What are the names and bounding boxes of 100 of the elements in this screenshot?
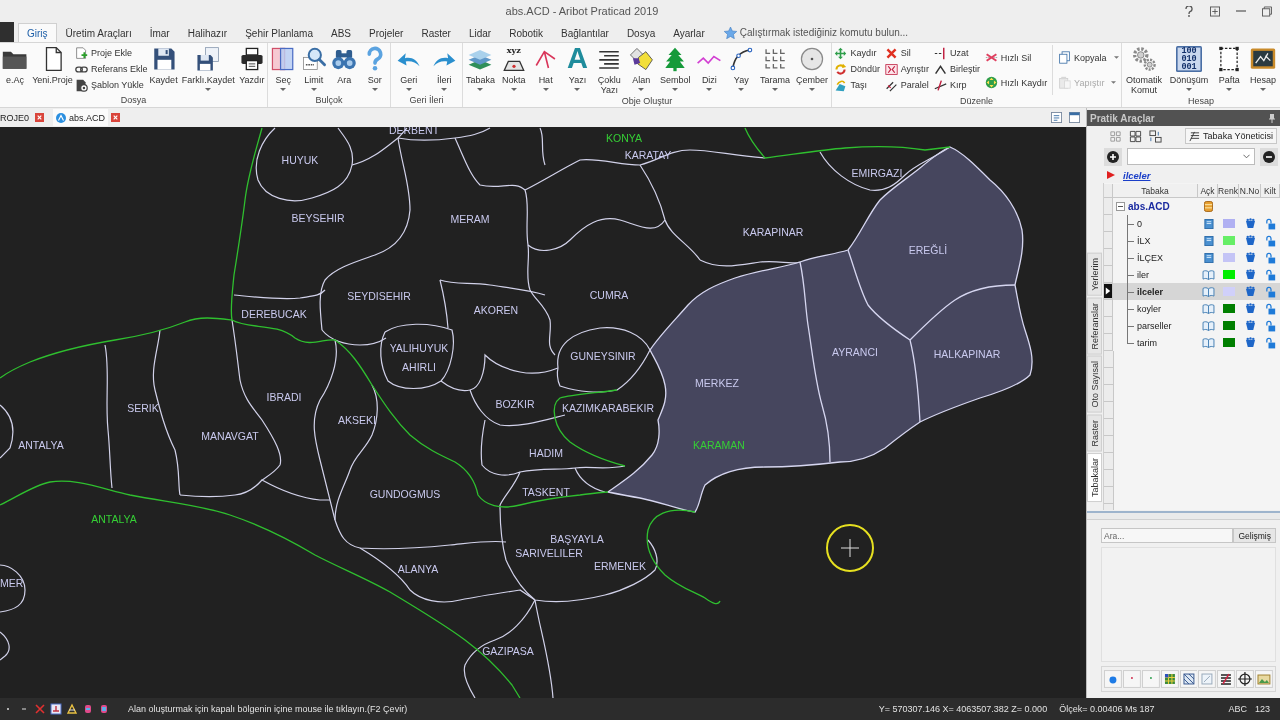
ribbon-button[interactable]: Kaydır (834, 45, 880, 61)
input-mode-indicator[interactable]: ABC (1228, 704, 1247, 714)
ribbon-button[interactable]: Limit (298, 45, 329, 91)
remove-layer-button[interactable] (1260, 147, 1278, 166)
menu-tab[interactable]: Robotik (500, 23, 553, 42)
window-icon[interactable] (1069, 112, 1080, 123)
open-padlock-icon[interactable] (1265, 217, 1276, 230)
color-swatch[interactable] (1222, 270, 1235, 279)
ribbon-button[interactable]: Pafta (1214, 45, 1245, 91)
ribbon-button[interactable]: Yazdır (236, 45, 267, 85)
open-book-icon[interactable] (1201, 320, 1215, 331)
layer-row[interactable]: 0 (1104, 215, 1280, 232)
ribbon-button[interactable]: Yay (726, 45, 757, 91)
vertical-tab[interactable]: Oto Sayısal (1087, 356, 1102, 413)
vertical-tab[interactable]: Raster (1087, 414, 1102, 452)
color-swatch[interactable] (1222, 287, 1235, 296)
grid-icon[interactable] (1109, 129, 1122, 143)
pin-icon[interactable] (1269, 113, 1275, 123)
color-swatch[interactable] (1222, 253, 1235, 262)
open-book-icon[interactable] (1201, 337, 1215, 348)
ribbon-button[interactable]: xyz Nokta (498, 45, 529, 91)
ribbon-button[interactable]: Şablon Yükle (74, 77, 148, 93)
open-padlock-icon[interactable] (1265, 234, 1276, 247)
ribbon-button[interactable]: Döndür (834, 61, 880, 77)
close-icon[interactable] (35, 113, 44, 122)
panel-layout-icon[interactable] (1210, 5, 1220, 17)
color-swatch[interactable] (1222, 236, 1235, 245)
ribbon-button[interactable]: A Yazı (562, 45, 593, 91)
current-layer-link[interactable]: ilceler (1123, 169, 1151, 181)
document-tab[interactable]: ROJE0 (0, 109, 32, 126)
ribbon-button[interactable]: Çember (793, 45, 830, 91)
vertical-tab[interactable]: Tabakalar (1087, 453, 1102, 503)
ribbon-button[interactable]: Farklı.Kaydet (179, 45, 237, 91)
layer-row[interactable]: ilceler (1104, 283, 1280, 300)
swap-icon[interactable] (1149, 129, 1162, 143)
help-icon[interactable] (1184, 5, 1194, 17)
ribbon-button[interactable]: Sor (359, 45, 390, 91)
ribbon-button[interactable]: Ayrıştır (884, 61, 930, 77)
menu-tab[interactable]: ABS (321, 23, 360, 42)
color-swatch[interactable] (1222, 304, 1235, 313)
closed-book-icon[interactable] (1201, 252, 1215, 263)
ribbon-button[interactable]: Geri (393, 45, 424, 91)
capsule-icon[interactable] (98, 703, 110, 715)
cup-icon[interactable] (1244, 286, 1256, 297)
input-mode-indicator[interactable]: 123 (1254, 704, 1270, 714)
layer-row[interactable]: parseller (1104, 317, 1280, 334)
color-swatch[interactable] (1222, 219, 1235, 228)
layer-row[interactable]: iler (1104, 266, 1280, 283)
menu-tab[interactable]: Projeler (360, 23, 413, 42)
ribbon-button[interactable]: Paralel (884, 77, 930, 93)
close-icon[interactable] (111, 113, 121, 122)
document-tab[interactable]: abs.ACD (53, 109, 109, 126)
collapse-icon[interactable] (1116, 202, 1125, 211)
bars-icon[interactable] (1217, 670, 1236, 688)
ribbon-button[interactable]: Dizi (694, 45, 725, 91)
menu-tab[interactable]: Dosya (617, 23, 665, 42)
menu-tab[interactable]: Halihazır (178, 23, 237, 42)
layer-row[interactable]: İLÇEX (1104, 249, 1280, 266)
command-search-field[interactable]: Çalıştırmak istediğiniz komutu bulun... (739, 25, 918, 40)
menu-tab[interactable]: Bağlantılar (552, 23, 618, 42)
snap-box-icon[interactable] (50, 703, 62, 715)
cup-icon[interactable] (1244, 218, 1256, 229)
four-squares-icon[interactable] (1129, 129, 1142, 143)
menu-tab[interactable]: Üretim Araçları (56, 23, 141, 42)
ribbon-button[interactable]: Alan (626, 45, 657, 91)
cup-icon[interactable] (1244, 337, 1256, 348)
ribbon-button[interactable]: e.Aç (0, 45, 31, 85)
tile-grid-icon[interactable] (1160, 670, 1179, 688)
add-layer-button[interactable] (1104, 147, 1122, 166)
ribbon-button[interactable]: Sembol (658, 45, 693, 91)
cup-icon[interactable] (1244, 320, 1256, 331)
ribbon-button[interactable]: Hat (530, 45, 561, 91)
ribbon-button[interactable]: Proje Ekle (74, 45, 148, 61)
ribbon-button[interactable]: 100 010 001 Dönüşüm (1167, 45, 1211, 91)
page-icon[interactable] (1051, 112, 1062, 123)
open-padlock-icon[interactable] (1265, 251, 1276, 264)
open-padlock-icon[interactable] (1265, 285, 1276, 298)
column-header[interactable]: N.No (1239, 184, 1261, 198)
ribbon-button[interactable]: Hesap (1248, 45, 1279, 91)
ribbon-button[interactable]: Hızlı Kaydır (984, 74, 1048, 91)
ribbon-button[interactable]: Birleştir (933, 61, 980, 77)
layer-row[interactable]: İLX (1104, 232, 1280, 249)
color-swatch[interactable] (1222, 338, 1235, 347)
layer-manager-button[interactable]: Tabaka Yöneticisi (1185, 128, 1277, 144)
ribbon-button[interactable]: Kopyala (1058, 49, 1119, 66)
open-padlock-icon[interactable] (1265, 336, 1276, 349)
ribbon-button[interactable]: Kaydet (147, 45, 180, 85)
vertical-tab[interactable]: Yerlerim (1087, 253, 1102, 296)
ribbon-button[interactable]: Ara (329, 45, 360, 85)
menu-tab[interactable]: Ayarlar (664, 23, 714, 42)
menu-tab[interactable]: Giriş (18, 23, 57, 42)
hatched-square-icon[interactable] (1179, 670, 1198, 688)
cup-icon[interactable] (1244, 303, 1256, 314)
search-field[interactable]: Ara... (1101, 528, 1234, 543)
ribbon-button[interactable]: Seç (268, 45, 299, 91)
cross-icon[interactable] (34, 703, 46, 715)
ribbon-button[interactable]: Yeni.Proje (30, 45, 75, 85)
column-header[interactable]: Renk (1218, 184, 1239, 198)
ribbon-button[interactable]: Tarama (758, 45, 793, 91)
ribbon-button[interactable]: Çoklu Yazı (594, 45, 625, 95)
